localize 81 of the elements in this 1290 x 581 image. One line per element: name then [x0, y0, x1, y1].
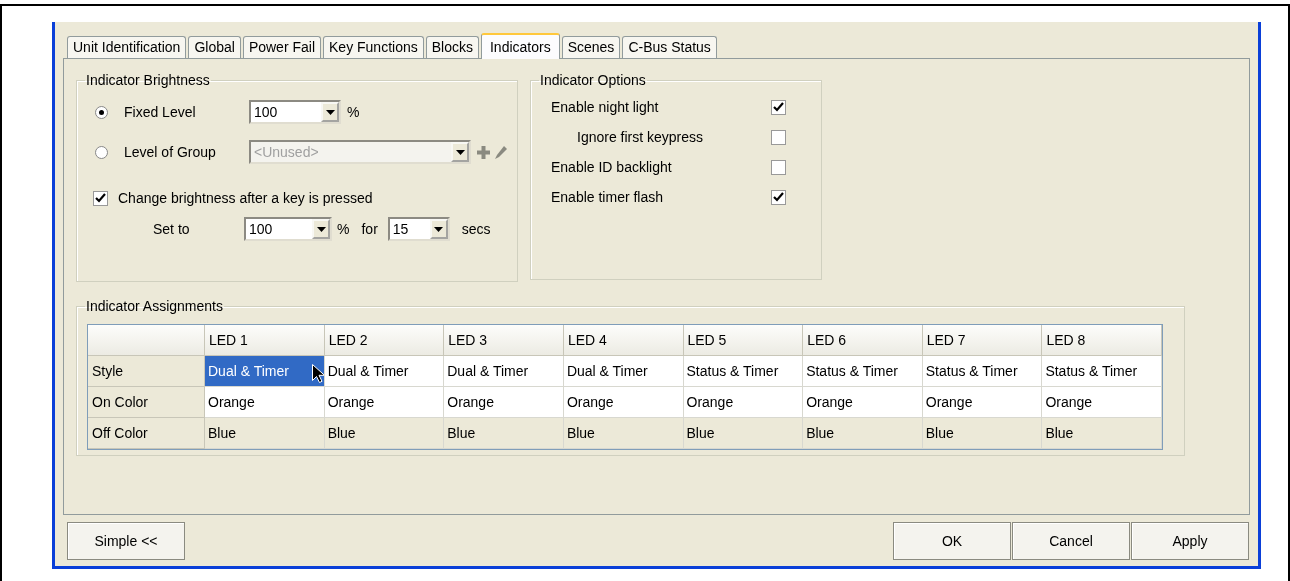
option-label: Enable night light — [551, 99, 660, 115]
tab[interactable]: Indicators — [480, 33, 560, 59]
radio-label: Fixed Level — [124, 104, 197, 120]
caret-icon — [455, 149, 465, 155]
set-to-label: Set to — [153, 221, 191, 237]
tab[interactable]: Power Fail — [242, 36, 321, 58]
table-cell[interactable]: Orange — [563, 387, 684, 418]
dropdown-button[interactable] — [429, 219, 448, 239]
table-cell[interactable]: Blue — [683, 418, 804, 449]
group-title: Indicator Options — [539, 72, 647, 88]
checkbox[interactable] — [771, 189, 786, 205]
row-header[interactable]: Off Color — [88, 418, 205, 449]
tab[interactable]: Key Functions — [323, 36, 424, 58]
dropdown[interactable]: 100 — [244, 217, 332, 241]
dropdown[interactable]: 15 — [387, 217, 450, 241]
dropdown[interactable]: 100 — [249, 100, 341, 124]
table-cell[interactable]: Orange — [922, 387, 1043, 418]
table-cell[interactable]: Dual & Timer — [444, 356, 564, 387]
cursor-icon — [311, 364, 324, 383]
pencil-icon[interactable] — [494, 145, 507, 159]
column-header[interactable]: LED 6 — [803, 325, 923, 356]
checkbox[interactable] — [771, 99, 786, 115]
tab[interactable]: Global — [188, 36, 241, 58]
column-header[interactable]: LED 5 — [683, 325, 804, 356]
radio-label: Level of Group — [124, 144, 217, 160]
tab[interactable]: Blocks — [425, 36, 479, 58]
table-cell[interactable]: Orange — [1042, 387, 1162, 418]
option-label: Enable timer flash — [551, 189, 665, 205]
for-label: for — [361, 221, 378, 237]
table-cell[interactable]: Orange — [444, 387, 564, 418]
table-cell[interactable]: Dual & Timer — [205, 356, 325, 387]
group-title: Indicator Assignments — [85, 298, 224, 314]
table-cell[interactable]: Orange — [803, 387, 923, 418]
table-cell[interactable]: Status & Timer — [683, 356, 804, 387]
table-cell[interactable]: Blue — [803, 418, 923, 449]
row-header[interactable]: Style — [88, 356, 205, 387]
caret-icon — [434, 226, 444, 232]
column-header[interactable]: LED 4 — [563, 325, 684, 356]
simple-button[interactable]: Simple << — [67, 521, 185, 560]
table-cell[interactable]: Blue — [205, 418, 325, 449]
table-cell[interactable]: Blue — [563, 418, 684, 449]
checkbox[interactable] — [771, 129, 786, 145]
group-title: Indicator Brightness — [85, 72, 211, 88]
column-header[interactable]: LED 3 — [444, 325, 564, 356]
table-cell[interactable]: Dual & Timer — [563, 356, 684, 387]
option-label: Enable ID backlight — [551, 159, 673, 175]
table-cell[interactable]: Blue — [922, 418, 1043, 449]
dialog-button[interactable]: OK — [893, 521, 1011, 560]
checkbox[interactable] — [771, 159, 786, 175]
checkbox-label: Change brightness after a key is pressed — [118, 190, 373, 206]
column-header[interactable]: LED 7 — [922, 325, 1043, 356]
unit-label: secs — [461, 221, 491, 237]
table-cell[interactable]: Dual & Timer — [324, 356, 445, 387]
column-header[interactable]: LED 8 — [1042, 325, 1162, 356]
option-label: Ignore first keypress — [577, 129, 705, 145]
table-cell[interactable]: Orange — [205, 387, 325, 418]
column-header[interactable]: LED 1 — [205, 325, 325, 356]
checkbox[interactable] — [93, 190, 108, 206]
dropdown-button[interactable] — [312, 219, 330, 239]
caret-icon — [316, 226, 326, 232]
row-header[interactable]: On Color — [88, 387, 205, 418]
table-cell[interactable]: Blue — [1042, 418, 1162, 449]
unit-label: % — [337, 221, 350, 237]
dropdown-button[interactable] — [321, 102, 339, 122]
table-cell[interactable]: Orange — [683, 387, 804, 418]
table-cell[interactable]: Status & Timer — [1042, 356, 1162, 387]
table-cell[interactable]: Blue — [444, 418, 564, 449]
caret-icon — [325, 109, 335, 115]
tab[interactable]: Unit Identification — [67, 36, 187, 58]
dialog-button[interactable]: Cancel — [1012, 521, 1130, 560]
table-cell[interactable]: Orange — [324, 387, 445, 418]
table-cell[interactable]: Blue — [324, 418, 445, 449]
table-cell[interactable]: Status & Timer — [922, 356, 1043, 387]
tab[interactable]: C-Bus Status — [622, 36, 717, 58]
column-header[interactable]: LED 2 — [324, 325, 445, 356]
plus-icon[interactable] — [477, 145, 490, 159]
dialog-button[interactable]: Apply — [1131, 521, 1249, 560]
radio-button[interactable] — [95, 105, 108, 119]
table-cell[interactable]: Status & Timer — [803, 356, 923, 387]
unit-label: % — [347, 104, 360, 120]
tab[interactable]: Scenes — [561, 36, 621, 58]
